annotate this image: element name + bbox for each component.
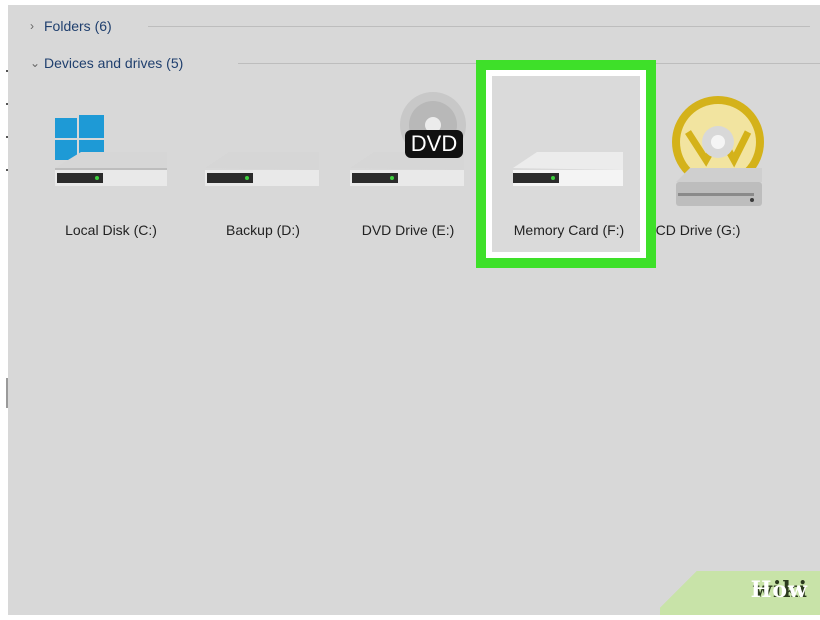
group-title: Folders (6) <box>44 18 112 34</box>
wikihow-watermark: wiki How <box>660 571 820 615</box>
drive-label: Backup (D:) <box>226 222 300 238</box>
drive-item-e[interactable]: DVD DVD Drive (E:) <box>338 90 478 260</box>
drive-label: DVD Drive (E:) <box>361 222 455 238</box>
group-divider <box>148 26 810 27</box>
drive-label: CD Drive (G:) <box>655 222 741 238</box>
left-edge <box>0 0 9 620</box>
file-explorer-pane: › Folders (6) ⌄ Devices and drives (5) L… <box>8 5 820 615</box>
drive-label: Memory Card (F:) <box>513 222 625 238</box>
dvd-badge: DVD <box>411 131 457 156</box>
group-title: Devices and drives (5) <box>44 55 184 71</box>
drive-item-f[interactable]: Memory Card (F:) <box>483 90 624 260</box>
hard-drive-icon <box>205 152 319 186</box>
chevron-right-icon: › <box>30 19 34 33</box>
drive-item-d[interactable]: Backup (D:) <box>193 90 333 260</box>
cd-drive-icon <box>672 96 764 206</box>
windows-hard-drive-icon <box>55 115 167 186</box>
group-header-devices[interactable]: ⌄ Devices and drives (5) <box>30 53 820 73</box>
chevron-down-icon: ⌄ <box>30 56 41 70</box>
drive-item-c[interactable]: Local Disk (C:) <box>41 90 181 260</box>
drive-label: Local Disk (C:) <box>65 222 157 238</box>
drive-item-g[interactable]: CD Drive (G:) <box>628 90 768 260</box>
dvd-drive-icon: DVD <box>350 92 466 186</box>
memory-card-drive-icon <box>513 152 623 186</box>
group-header-folders[interactable]: › Folders (6) <box>30 16 810 36</box>
watermark-part2: How <box>750 577 808 603</box>
